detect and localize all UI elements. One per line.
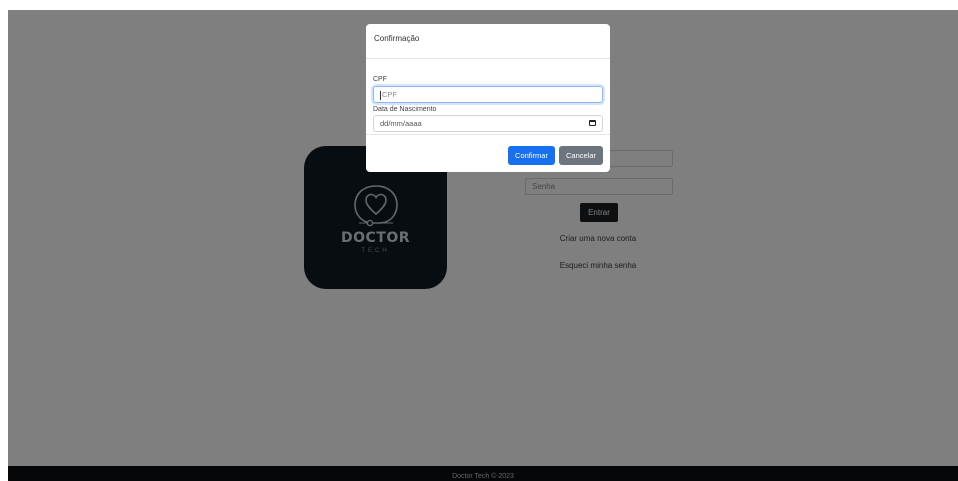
cancel-button[interactable]: Cancelar [559, 146, 603, 165]
birth-date-label: Data de Nascimento [373, 106, 437, 113]
birth-date-input[interactable]: dd/mm/aaaa [373, 115, 603, 132]
text-caret [380, 90, 381, 100]
modal-title: Confirmação [374, 34, 420, 43]
confirmation-modal: Confirmação CPF CPF Data de Nascimento d… [366, 24, 610, 172]
birth-date-placeholder: dd/mm/aaaa [380, 119, 422, 128]
modal-footer: Confirmar Cancelar [366, 134, 610, 172]
modal-header: Confirmação [366, 24, 610, 59]
confirm-button[interactable]: Confirmar [508, 146, 555, 165]
page: DOCTOR TECH Senha Entrar Criar uma nova … [8, 10, 958, 481]
cpf-placeholder: CPF [382, 90, 397, 99]
cpf-label: CPF [373, 76, 387, 83]
calendar-icon[interactable] [589, 120, 596, 126]
cpf-input[interactable]: CPF [373, 86, 603, 103]
